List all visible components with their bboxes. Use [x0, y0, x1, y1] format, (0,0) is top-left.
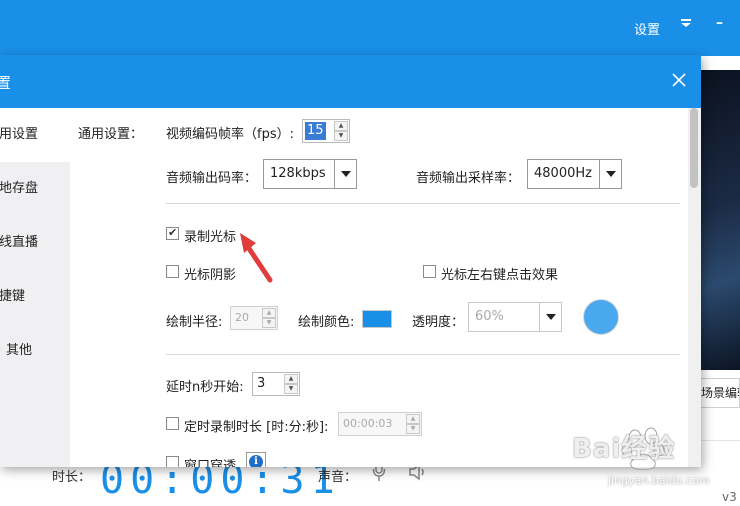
settings-nav: 通用设置 本地存盘 在线直播 快捷键 其他	[0, 108, 70, 467]
delay-stepper[interactable]: 3 ▲ ▼	[252, 372, 300, 396]
radius-up-icon[interactable]: ▲	[262, 308, 276, 318]
volume-label: 声音：	[318, 470, 358, 485]
color-label: 绘制颜色:	[298, 315, 355, 330]
timed-record-label[interactable]: 定时录制时长 [时:分:秒]:	[184, 416, 328, 435]
fps-stepper[interactable]: 15 ▲ ▼	[302, 119, 350, 143]
chevron-down-icon[interactable]	[539, 303, 561, 331]
record-cursor-checkbox[interactable]	[166, 226, 179, 240]
delay-down-icon[interactable]: ▼	[284, 384, 298, 394]
sample-rate-select[interactable]: 48000Hz	[527, 159, 622, 189]
fps-down-icon[interactable]: ▼	[334, 131, 348, 141]
section-label: 通用设置：	[78, 127, 144, 142]
dialog-title: 置	[0, 74, 12, 92]
fps-label: 视频编码帧率（fps）:	[166, 127, 294, 142]
nav-item-local-save[interactable]: 本地存盘	[0, 162, 70, 216]
dialog-titlebar[interactable]: 置	[0, 55, 701, 108]
info-icon: i	[249, 455, 263, 467]
duration-label: 时长：	[52, 470, 92, 485]
radius-down-icon[interactable]: ▼	[262, 318, 276, 328]
window-through-checkbox[interactable]	[166, 456, 179, 467]
settings-dialog: 置 通用设置 本地存盘 在线直播 快捷键 其他 通用设置： 视频编码帧率（fps…	[0, 55, 701, 467]
draw-color-swatch[interactable]	[362, 310, 392, 328]
timed-duration-stepper[interactable]: 00:00:03 ▲ ▼	[338, 412, 422, 436]
audio-bitrate-label: 音频输出码率：	[166, 171, 258, 186]
radius-stepper[interactable]: 20 ▲ ▼	[230, 306, 278, 330]
window-through-info-button[interactable]: i	[246, 452, 266, 467]
nav-item-live-stream[interactable]: 在线直播	[0, 216, 70, 270]
general-settings-panel: 通用设置： 视频编码帧率（fps）: 15 ▲ ▼ 音频输出码率： 128kbps…	[70, 108, 688, 467]
dialog-body: 通用设置 本地存盘 在线直播 快捷键 其他 通用设置： 视频编码帧率（fps）:…	[0, 108, 701, 467]
top-settings-button[interactable]: 设置	[634, 19, 660, 38]
record-cursor-label[interactable]: 录制光标	[184, 226, 236, 245]
nav-item-general[interactable]: 通用设置	[0, 108, 70, 162]
dropdown-menu-icon[interactable]	[680, 17, 692, 31]
nav-item-hotkeys[interactable]: 快捷键	[0, 270, 70, 324]
fps-up-icon[interactable]: ▲	[334, 121, 348, 131]
timed-record-checkbox[interactable]	[166, 417, 179, 430]
timed-up-icon[interactable]: ▲	[406, 414, 420, 424]
cursor-shadow-checkbox[interactable]	[166, 265, 179, 278]
vertical-scrollbar[interactable]	[688, 108, 701, 467]
app-topbar	[0, 0, 740, 56]
radius-label: 绘制半径:	[166, 315, 223, 330]
divider	[166, 203, 680, 204]
divider	[166, 354, 680, 355]
sample-rate-label: 音频输出采样率：	[416, 171, 521, 186]
version-label: v3	[722, 490, 737, 504]
watermark-brand: Bai经验	[572, 434, 676, 464]
watermark-url: jingyan.baidu.com	[608, 474, 710, 487]
scrollbar-thumb[interactable]	[690, 108, 698, 188]
click-effect-checkbox[interactable]	[423, 265, 436, 278]
timed-down-icon[interactable]: ▼	[406, 424, 420, 434]
cursor-shadow-label[interactable]: 光标阴影	[184, 264, 236, 283]
annotation-arrow-icon	[240, 233, 273, 283]
opacity-select[interactable]: 60%	[468, 302, 562, 332]
minimize-icon[interactable]: –	[716, 15, 723, 31]
delay-up-icon[interactable]: ▲	[284, 374, 298, 384]
window-through-label[interactable]: 窗口穿透	[184, 455, 236, 467]
opacity-label: 透明度：	[412, 315, 465, 330]
close-icon[interactable]	[668, 69, 690, 91]
cursor-preview-circle	[583, 299, 619, 335]
chevron-down-icon[interactable]	[599, 160, 621, 188]
scene-edit-button[interactable]: 场景编辑	[700, 378, 740, 408]
nav-item-other[interactable]: 其他	[0, 324, 70, 378]
audio-bitrate-select[interactable]: 128kbps	[263, 159, 357, 189]
video-preview	[700, 70, 740, 370]
chevron-down-icon[interactable]	[334, 160, 356, 188]
click-effect-label[interactable]: 光标左右键点击效果	[441, 264, 558, 283]
delay-label: 延时n秒开始:	[166, 380, 244, 395]
fps-value[interactable]: 15	[305, 122, 326, 140]
